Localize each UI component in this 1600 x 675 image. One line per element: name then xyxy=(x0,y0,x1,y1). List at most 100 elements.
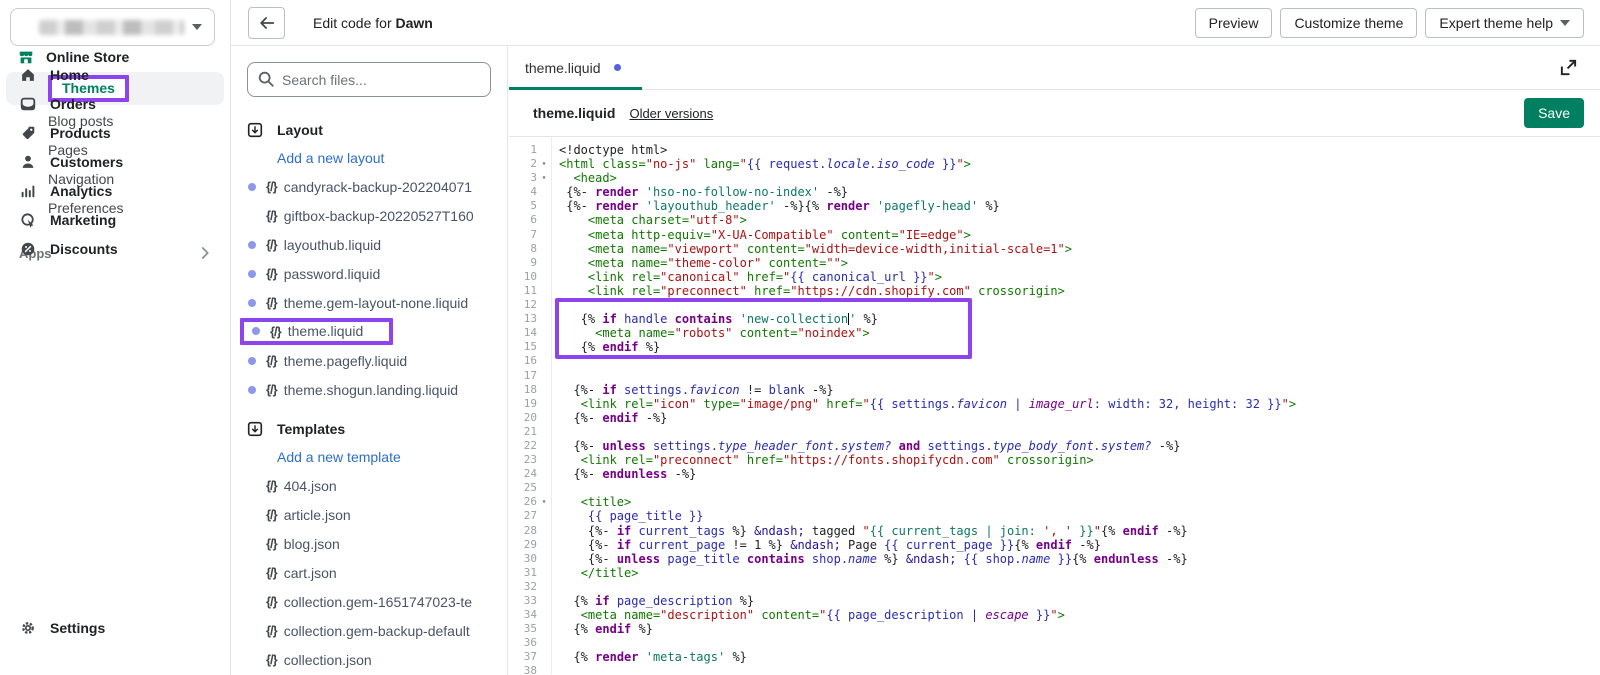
code-line-16[interactable]: 16 xyxy=(509,354,1600,368)
code-line-23[interactable]: 23 <link rel="preconnect" href="https://… xyxy=(509,453,1600,467)
code-line-37[interactable]: 37 {% render 'meta-tags' %} xyxy=(509,650,1600,664)
code-line-24[interactable]: 24 {%- endunless -%} xyxy=(509,467,1600,481)
file-item-article-json[interactable]: {/}article.json xyxy=(231,500,507,529)
file-item-giftbox-backup-20220527t160[interactable]: {/}giftbox-backup-20220527T160 xyxy=(231,201,507,230)
sidebar-item-label: Discounts xyxy=(50,241,118,257)
tab-theme-liquid[interactable]: theme.liquid xyxy=(509,46,639,89)
file-item-theme-shogun-landing-liquid[interactable]: {/}theme.shogun.landing.liquid xyxy=(231,375,507,404)
sidebar-item-settings[interactable]: Settings xyxy=(0,613,230,643)
sidebar-item-orders[interactable]: Orders xyxy=(0,89,230,118)
store-selector[interactable] xyxy=(10,8,215,46)
sidebar-item-products[interactable]: Products xyxy=(0,118,230,147)
code-line-27[interactable]: 27 {{ page_title }} xyxy=(509,509,1600,523)
add-a-new-template-link[interactable]: Add a new template xyxy=(231,442,507,471)
file-item-404-json[interactable]: {/}404.json xyxy=(231,471,507,500)
code-line-10[interactable]: 10 <link rel="canonical" href="{{ canoni… xyxy=(509,270,1600,284)
code-text xyxy=(551,298,559,312)
code-text: {%- render 'hso-no-follow-no-index' -%} xyxy=(551,185,848,199)
line-number: 31 xyxy=(509,566,537,580)
file-item-collection-json[interactable]: {/}collection.json xyxy=(231,645,507,674)
code-text: <link rel="canonical" href="{{ canonical… xyxy=(551,270,942,284)
code-line-8[interactable]: 8 <meta name="viewport" content="width=d… xyxy=(509,242,1600,256)
fold-gutter xyxy=(537,425,551,439)
code-line-26[interactable]: 26▾ <title> xyxy=(509,495,1600,509)
file-item-cart-json[interactable]: {/}cart.json xyxy=(231,558,507,587)
code-line-33[interactable]: 33 {% if page_description %} xyxy=(509,594,1600,608)
fold-gutter xyxy=(537,566,551,580)
code-line-4[interactable]: 4 {%- render 'hso-no-follow-no-index' -%… xyxy=(509,185,1600,199)
back-button[interactable] xyxy=(248,7,285,39)
code-line-11[interactable]: 11 <link rel="preconnect" href="https://… xyxy=(509,284,1600,298)
file-name: theme.liquid xyxy=(288,323,364,339)
fold-gutter xyxy=(537,411,551,425)
code-line-25[interactable]: 25 xyxy=(509,481,1600,495)
file-item-candyrack-backup-202204071[interactable]: {/}candyrack-backup-202204071 xyxy=(231,172,507,201)
fold-arrow-icon[interactable]: ▾ xyxy=(537,157,551,171)
fold-arrow-icon[interactable]: ▾ xyxy=(537,495,551,509)
file-item-theme-gem-layout-none-liquid[interactable]: {/}theme.gem-layout-none.liquid xyxy=(231,288,507,317)
code-line-1[interactable]: 1<!doctype html> xyxy=(509,143,1600,157)
code-line-35[interactable]: 35 {% endif %} xyxy=(509,622,1600,636)
code-line-36[interactable]: 36 xyxy=(509,636,1600,650)
code-line-14[interactable]: 14 <meta name="robots" content="noindex"… xyxy=(509,326,1600,340)
editing-file-name: theme.liquid xyxy=(533,105,615,121)
code-text: </title> xyxy=(551,566,638,580)
file-item-blog-json[interactable]: {/}blog.json xyxy=(231,529,507,558)
expert-theme-help-button[interactable]: Expert theme help xyxy=(1425,8,1584,38)
code-file-icon: {/} xyxy=(266,237,277,252)
section-header-layout[interactable]: Layout xyxy=(246,121,507,139)
gutter-divider xyxy=(551,137,552,674)
save-button[interactable]: Save xyxy=(1524,98,1584,128)
code-line-13[interactable]: 13 {% if handle contains 'new-collection… xyxy=(509,312,1600,326)
code-line-12[interactable]: 12 xyxy=(509,298,1600,312)
fold-gutter xyxy=(537,580,551,594)
section-header-templates[interactable]: Templates xyxy=(246,420,507,438)
file-item-collection-gem-backup-default[interactable]: {/}collection.gem-backup-default xyxy=(231,616,507,645)
preview-button[interactable]: Preview xyxy=(1195,8,1273,38)
code-line-9[interactable]: 9 <meta name="theme-color" content=""> xyxy=(509,256,1600,270)
modified-dot xyxy=(248,241,256,249)
code-line-22[interactable]: 22 {%- unless settings.type_header_font.… xyxy=(509,439,1600,453)
code-area[interactable]: 1<!doctype html>2▾<html class="no-js" la… xyxy=(509,137,1600,674)
code-line-6[interactable]: 6 <meta charset="utf-8"> xyxy=(509,213,1600,227)
code-line-21[interactable]: 21 xyxy=(509,425,1600,439)
code-line-2[interactable]: 2▾<html class="no-js" lang="{{ request.l… xyxy=(509,157,1600,171)
store-name-redacted xyxy=(39,20,184,35)
code-line-3[interactable]: 3▾ <head> xyxy=(509,171,1600,185)
fold-gutter xyxy=(537,312,551,326)
fullscreen-button[interactable] xyxy=(1559,58,1578,77)
code-line-29[interactable]: 29 {%- if current_page != 1 %} &ndash; P… xyxy=(509,538,1600,552)
sidebar-item-discounts[interactable]: Discounts xyxy=(0,234,230,263)
fold-gutter xyxy=(537,228,551,242)
fold-gutter xyxy=(537,369,551,383)
customize-theme-button[interactable]: Customize theme xyxy=(1280,8,1417,38)
code-line-34[interactable]: 34 <meta name="description" content="{{ … xyxy=(509,608,1600,622)
file-item-theme-pagefly-liquid[interactable]: {/}theme.pagefly.liquid xyxy=(231,346,507,375)
search-files-input[interactable] xyxy=(247,62,491,97)
code-line-20[interactable]: 20 {%- endif -%} xyxy=(509,411,1600,425)
sidebar-item-customers[interactable]: Customers xyxy=(0,147,230,176)
sidebar-item-analytics[interactable]: Analytics xyxy=(0,176,230,205)
code-line-30[interactable]: 30 {%- unless page_title contains shop.n… xyxy=(509,552,1600,566)
older-versions-link[interactable]: Older versions xyxy=(629,106,713,121)
page-header: Edit code for Dawn PreviewCustomize them… xyxy=(231,0,1600,46)
sidebar-item-marketing[interactable]: Marketing xyxy=(0,205,230,234)
code-line-28[interactable]: 28 {%- if current_tags %} &ndash; tagged… xyxy=(509,524,1600,538)
code-line-7[interactable]: 7 <meta http-equiv="X-UA-Compatible" con… xyxy=(509,228,1600,242)
code-line-19[interactable]: 19 <link rel="icon" type="image/png" hre… xyxy=(509,397,1600,411)
file-item-collection-gem-1651747023-te[interactable]: {/}collection.gem-1651747023-te xyxy=(231,587,507,616)
sidebar-item-home[interactable]: Home xyxy=(0,60,230,89)
code-line-38[interactable]: 38 xyxy=(509,664,1600,674)
fold-arrow-icon[interactable]: ▾ xyxy=(537,171,551,185)
code-line-32[interactable]: 32 xyxy=(509,580,1600,594)
code-line-18[interactable]: 18 {%- if settings.favicon != blank -%} xyxy=(509,383,1600,397)
line-number: 17 xyxy=(509,369,537,383)
file-item-layouthub-liquid[interactable]: {/}layouthub.liquid xyxy=(231,230,507,259)
file-item-password-liquid[interactable]: {/}password.liquid xyxy=(231,259,507,288)
code-line-17[interactable]: 17 xyxy=(509,369,1600,383)
code-line-5[interactable]: 5 {%- render 'layouthub_header' -%}{% re… xyxy=(509,199,1600,213)
add-a-new-layout-link[interactable]: Add a new layout xyxy=(231,143,507,172)
code-line-31[interactable]: 31 </title> xyxy=(509,566,1600,580)
file-item-theme-liquid[interactable]: {/}theme.liquid xyxy=(231,317,507,346)
code-line-15[interactable]: 15 {% endif %} xyxy=(509,340,1600,354)
